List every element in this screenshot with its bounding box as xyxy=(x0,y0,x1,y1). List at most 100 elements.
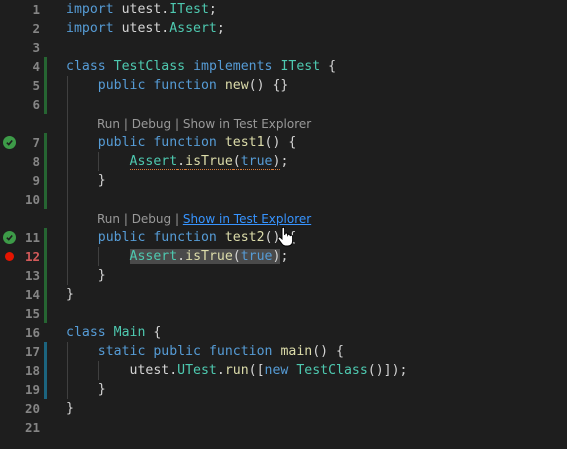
code-line[interactable]: 19 } xyxy=(0,380,567,399)
line-number: 6 xyxy=(32,97,40,112)
test-passed-icon[interactable] xyxy=(0,228,18,247)
codelens: Run | Debug | Show in Test Explorer xyxy=(97,115,311,134)
code-line[interactable]: 5 public function new() {} xyxy=(0,76,567,95)
git-change-marker xyxy=(44,361,47,380)
line-number: 12 xyxy=(24,249,40,264)
code-token: { xyxy=(320,59,337,74)
code-text: public function test1() { xyxy=(66,133,297,152)
code-text: class TestClass implements ITest { xyxy=(66,57,336,76)
code-token: static xyxy=(97,344,146,359)
code-token: public xyxy=(153,344,201,359)
code-line[interactable]: 1 import utest.ITest; xyxy=(0,0,567,19)
code-token: () { xyxy=(312,344,344,359)
codelens-debug-link[interactable]: Debug xyxy=(132,117,171,131)
code-token: run xyxy=(224,363,249,378)
code-line[interactable]: 15 xyxy=(0,304,567,323)
code-line[interactable]: 2 import utest.Assert; xyxy=(0,19,567,38)
line-number: 1 xyxy=(32,2,40,17)
line-number: 19 xyxy=(24,382,40,397)
code-token: Main xyxy=(113,325,146,340)
code-line[interactable]: 14} xyxy=(0,285,567,304)
line-number: 5 xyxy=(32,78,40,93)
code-text: Assert.isTrue(true); xyxy=(66,247,288,266)
code-token: main xyxy=(280,344,313,359)
line-number: 8 xyxy=(32,154,40,169)
codelens-separator: | xyxy=(120,212,132,226)
code-line[interactable]: 9 } xyxy=(0,171,567,190)
codelens-show-in-test-explorer-link[interactable]: Show in Test Explorer xyxy=(183,117,311,131)
code-line[interactable]: 18 utest.UTest.run([new TestClass()]); xyxy=(0,361,567,380)
code-text: static public function main() { xyxy=(66,342,344,361)
code-line[interactable]: 21 xyxy=(0,418,567,437)
line-number: 16 xyxy=(24,325,40,340)
code-token: public xyxy=(97,135,146,150)
code-editor[interactable]: 1 import utest.ITest; 2 import utest.Assert… xyxy=(0,0,567,449)
indent-guide xyxy=(67,342,68,399)
line-number: 7 xyxy=(32,135,40,150)
code-text: class Main { xyxy=(66,323,161,342)
codelens-show-in-test-explorer-link[interactable]: Show in Test Explorer xyxy=(183,212,311,226)
code-token: ; xyxy=(216,21,225,36)
code-token: } xyxy=(66,287,74,302)
breakpoint-icon[interactable] xyxy=(0,247,18,266)
code-token: function xyxy=(153,135,217,150)
code-token: true xyxy=(240,154,273,170)
code-token: . xyxy=(177,249,186,264)
code-token: isTrue xyxy=(185,249,233,264)
code-token: } xyxy=(66,173,106,188)
git-change-marker xyxy=(44,380,47,399)
codelens-run-link[interactable]: Run xyxy=(97,212,120,226)
codelens-debug-link[interactable]: Debug xyxy=(132,212,171,226)
code-token: ( xyxy=(232,154,241,170)
code-line[interactable]: 17 static public function main() { xyxy=(0,342,567,361)
code-token: ( xyxy=(232,249,241,264)
line-number: 21 xyxy=(24,420,40,435)
code-text: } xyxy=(66,399,74,418)
test-passed-icon[interactable] xyxy=(0,133,18,152)
code-line[interactable]: 7 public function test1() { xyxy=(0,133,567,152)
codelens-separator: | xyxy=(171,212,183,226)
hand-cursor-icon xyxy=(277,226,294,247)
code-line[interactable]: 4 class TestClass implements ITest { xyxy=(0,57,567,76)
line-number: 10 xyxy=(24,192,40,207)
code-token: TestClass xyxy=(113,59,186,74)
code-token: Assert xyxy=(129,154,178,170)
code-token: } xyxy=(66,382,106,397)
code-token: ; xyxy=(280,249,289,264)
indent-guide xyxy=(98,152,99,171)
code-token: function xyxy=(153,78,217,93)
code-token: Assert xyxy=(129,249,178,264)
code-line[interactable]: 3 xyxy=(0,38,567,57)
code-line[interactable]: 13 } xyxy=(0,266,567,285)
code-line[interactable]: 6 xyxy=(0,95,567,114)
code-token: public xyxy=(97,78,146,93)
code-token: test1 xyxy=(224,135,265,150)
code-text: public function test2() { xyxy=(66,228,297,247)
indent-guide xyxy=(98,361,99,380)
code-token: isTrue xyxy=(185,154,233,170)
line-number: 13 xyxy=(24,268,40,283)
line-number: 9 xyxy=(32,173,40,188)
code-line[interactable]: 20} xyxy=(0,399,567,418)
code-token: ([ xyxy=(248,363,265,378)
git-change-marker xyxy=(44,285,47,304)
git-change-marker xyxy=(44,190,47,209)
code-line[interactable]: 16 class Main { xyxy=(0,323,567,342)
code-token: public xyxy=(97,230,146,245)
code-line[interactable]: 10 xyxy=(0,190,567,209)
codelens-separator: | xyxy=(120,117,132,131)
codelens-run-link[interactable]: Run xyxy=(97,117,120,131)
code-token: test2 xyxy=(224,230,265,245)
code-token: ITest xyxy=(169,2,209,17)
code-line[interactable]: 12 Assert.isTrue(true); xyxy=(0,247,567,266)
code-text: import utest.ITest; xyxy=(66,0,217,19)
code-line[interactable]: 8 Assert.isTrue(true); xyxy=(0,152,567,171)
code-token: utest. xyxy=(113,2,170,17)
code-token: true xyxy=(240,249,273,264)
